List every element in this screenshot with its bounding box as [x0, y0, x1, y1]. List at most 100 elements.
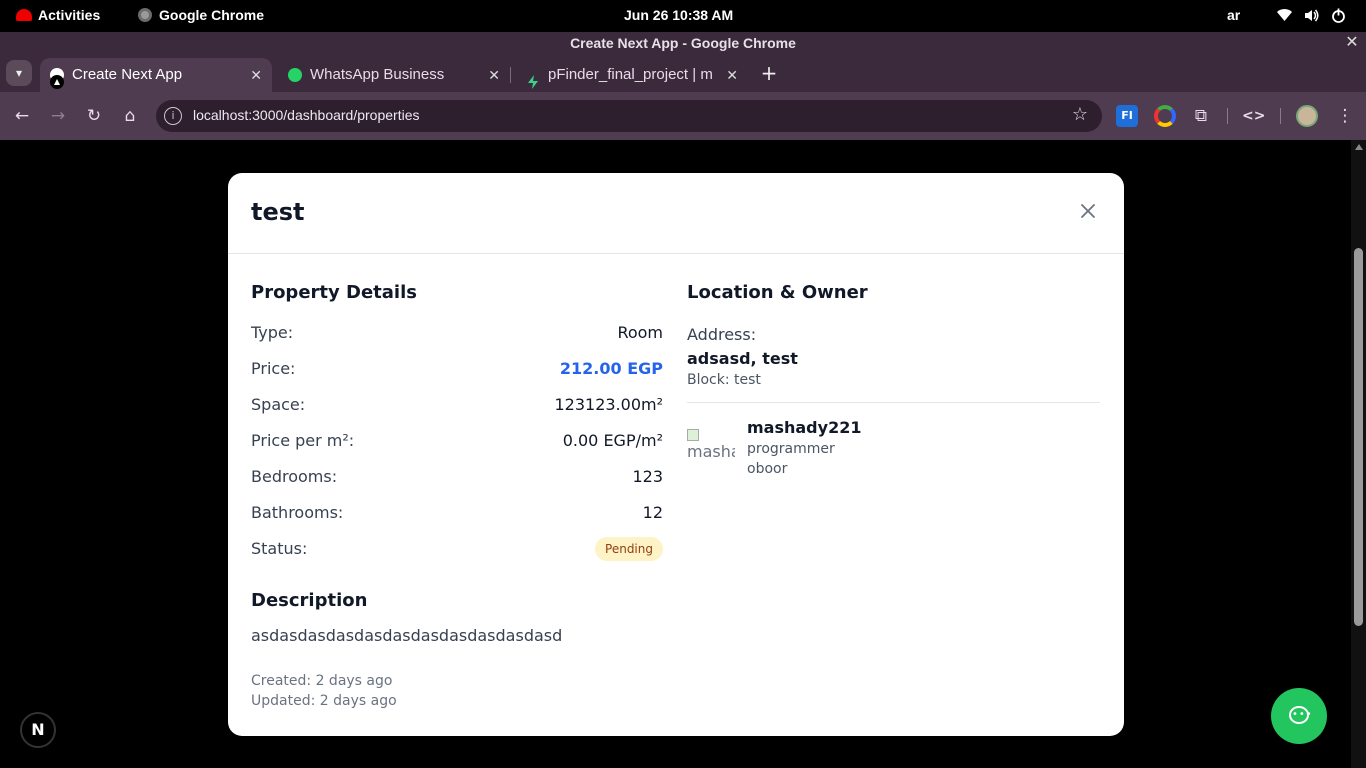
- detail-row-price-per-m2: Price per m²: 0.00 EGP/m²: [251, 429, 663, 453]
- tab-label: WhatsApp Business: [310, 66, 445, 83]
- scroll-up-icon[interactable]: [1355, 144, 1363, 150]
- extensions-puzzle-icon[interactable]: ⧉: [1190, 105, 1212, 127]
- tab-separator: [510, 67, 511, 83]
- extension-color-ring-icon[interactable]: [1154, 105, 1176, 127]
- location-owner-heading: Location & Owner: [687, 282, 868, 303]
- tab-label: pFinder_final_project | m: [548, 66, 713, 83]
- detail-row-bedrooms: Bedrooms: 123: [251, 465, 663, 489]
- description-heading: Description: [251, 590, 368, 611]
- tab-close-icon[interactable]: ✕: [250, 58, 262, 92]
- status-badge: Pending: [595, 537, 663, 561]
- created-timestamp: Created: 2 days ago: [251, 673, 393, 689]
- new-tab-button[interactable]: +: [758, 62, 780, 84]
- detail-row-type: Type: Room: [251, 321, 663, 345]
- detail-label: Price per m²:: [251, 431, 355, 450]
- detail-label: Price:: [251, 359, 296, 378]
- address-value: adsasd, test: [687, 349, 798, 368]
- property-details-heading: Property Details: [251, 282, 417, 303]
- block-value: Block: test: [687, 372, 761, 388]
- wifi-icon: [1276, 7, 1293, 24]
- description-text: asdasdasdasdasdasdasdasdasdasdasd: [251, 626, 563, 645]
- redhat-icon: [16, 9, 32, 21]
- tab-pfinder-project[interactable]: pFinder_final_project | m ✕: [516, 58, 748, 92]
- detail-label: Bathrooms:: [251, 503, 344, 522]
- os-top-bar: Activities Google Chrome Jun 26 10:38 AM…: [0, 0, 1366, 32]
- detail-label: Status:: [251, 539, 308, 558]
- section-divider: [687, 402, 1100, 403]
- window-close-icon[interactable]: ✕: [1344, 32, 1360, 54]
- page-scrollbar[interactable]: [1351, 140, 1366, 768]
- price-value: 212.00 EGP: [559, 359, 663, 378]
- url-text[interactable]: localhost:3000/dashboard/properties: [193, 107, 420, 123]
- owner-name: mashady221: [747, 418, 862, 437]
- profile-avatar[interactable]: [1296, 105, 1318, 127]
- browser-toolbar: ← → ↻ ⌂ i localhost:3000/dashboard/prope…: [0, 92, 1366, 140]
- chrome-menu-icon[interactable]: ⋮: [1334, 105, 1356, 127]
- tab-strip: ▾ Create Next App ✕ WhatsApp Business ✕ …: [0, 54, 1366, 92]
- activities-label: Activities: [38, 7, 101, 23]
- address-bar[interactable]: i localhost:3000/dashboard/properties ☆: [156, 100, 1102, 132]
- detail-row-status: Status: Pending: [251, 537, 663, 561]
- detail-row-bathrooms: Bathrooms: 12: [251, 501, 663, 525]
- scrollbar-thumb[interactable]: [1354, 248, 1363, 626]
- modal-header: test: [228, 173, 1124, 254]
- reload-button[interactable]: ↻: [82, 104, 106, 128]
- arrow-right-icon: →: [50, 106, 66, 126]
- detail-value: 12: [642, 503, 663, 522]
- app-name-label: Google Chrome: [159, 7, 265, 23]
- tab-search-button[interactable]: ▾: [6, 60, 32, 86]
- detail-row-space: Space: 123123.00m²: [251, 393, 663, 417]
- updated-timestamp: Updated: 2 days ago: [251, 693, 397, 709]
- whatsapp-icon: [288, 68, 302, 82]
- supabase-icon: [526, 68, 540, 89]
- power-icon: [1330, 7, 1347, 24]
- tab-create-next-app[interactable]: Create Next App ✕: [40, 58, 272, 92]
- detail-value: Room: [617, 323, 663, 342]
- property-detail-modal: test Property Details Type: Room Price: …: [228, 173, 1124, 736]
- app-menu[interactable]: Google Chrome: [138, 7, 264, 23]
- modal-close-button[interactable]: [1076, 199, 1100, 223]
- close-icon: [1081, 204, 1095, 218]
- tab-label: Create Next App: [72, 66, 183, 83]
- nextjs-icon: [50, 68, 64, 89]
- tab-close-icon[interactable]: ✕: [726, 58, 738, 92]
- owner-avatar: mashady221: [687, 425, 735, 465]
- detail-row-price: Price: 212.00 EGP: [251, 357, 663, 381]
- chat-dots: •••: [1292, 709, 1313, 720]
- tab-close-icon[interactable]: ✕: [488, 58, 500, 92]
- tab-whatsapp-business[interactable]: WhatsApp Business ✕: [278, 58, 511, 92]
- arrow-left-icon: ←: [14, 106, 30, 126]
- detail-label: Space:: [251, 395, 306, 414]
- activities-button[interactable]: Activities: [16, 7, 100, 23]
- detail-label: Bedrooms:: [251, 467, 338, 486]
- reload-icon: ↻: [86, 106, 102, 126]
- volume-icon: [1303, 7, 1320, 24]
- chevron-down-icon: ▾: [15, 66, 23, 80]
- home-icon: ⌂: [124, 106, 136, 126]
- nextjs-dev-badge[interactable]: N: [20, 712, 56, 748]
- extension-fi-icon[interactable]: FI: [1116, 105, 1138, 127]
- chrome-icon: [138, 8, 152, 22]
- whatsapp-chat-button[interactable]: •••: [1271, 688, 1327, 744]
- window-titlebar: Create Next App - Google Chrome ✕: [0, 32, 1366, 54]
- devtools-code-icon[interactable]: <>: [1242, 105, 1265, 127]
- site-info-icon[interactable]: i: [164, 107, 182, 125]
- detail-value: 0.00 EGP/m²: [562, 431, 663, 450]
- owner-occupation: programmer: [747, 441, 835, 457]
- plus-icon: +: [760, 61, 778, 85]
- detail-value: 123: [632, 467, 663, 486]
- window-title: Create Next App - Google Chrome: [570, 35, 796, 51]
- forward-button[interactable]: →: [46, 104, 70, 128]
- home-button[interactable]: ⌂: [118, 104, 142, 128]
- bookmark-star-icon[interactable]: ☆: [1072, 104, 1088, 125]
- broken-image-icon: [687, 428, 699, 441]
- detail-value: 123123.00m²: [554, 395, 663, 414]
- address-label: Address:: [687, 325, 757, 344]
- input-language[interactable]: ar: [1227, 7, 1240, 23]
- back-button[interactable]: ←: [10, 104, 34, 128]
- detail-label: Type:: [251, 323, 294, 342]
- system-tray[interactable]: [1276, 7, 1347, 24]
- clock[interactable]: Jun 26 10:38 AM: [624, 7, 733, 23]
- toolbar-divider: [1280, 108, 1281, 124]
- owner-avatar-alt: mashady221: [687, 442, 735, 461]
